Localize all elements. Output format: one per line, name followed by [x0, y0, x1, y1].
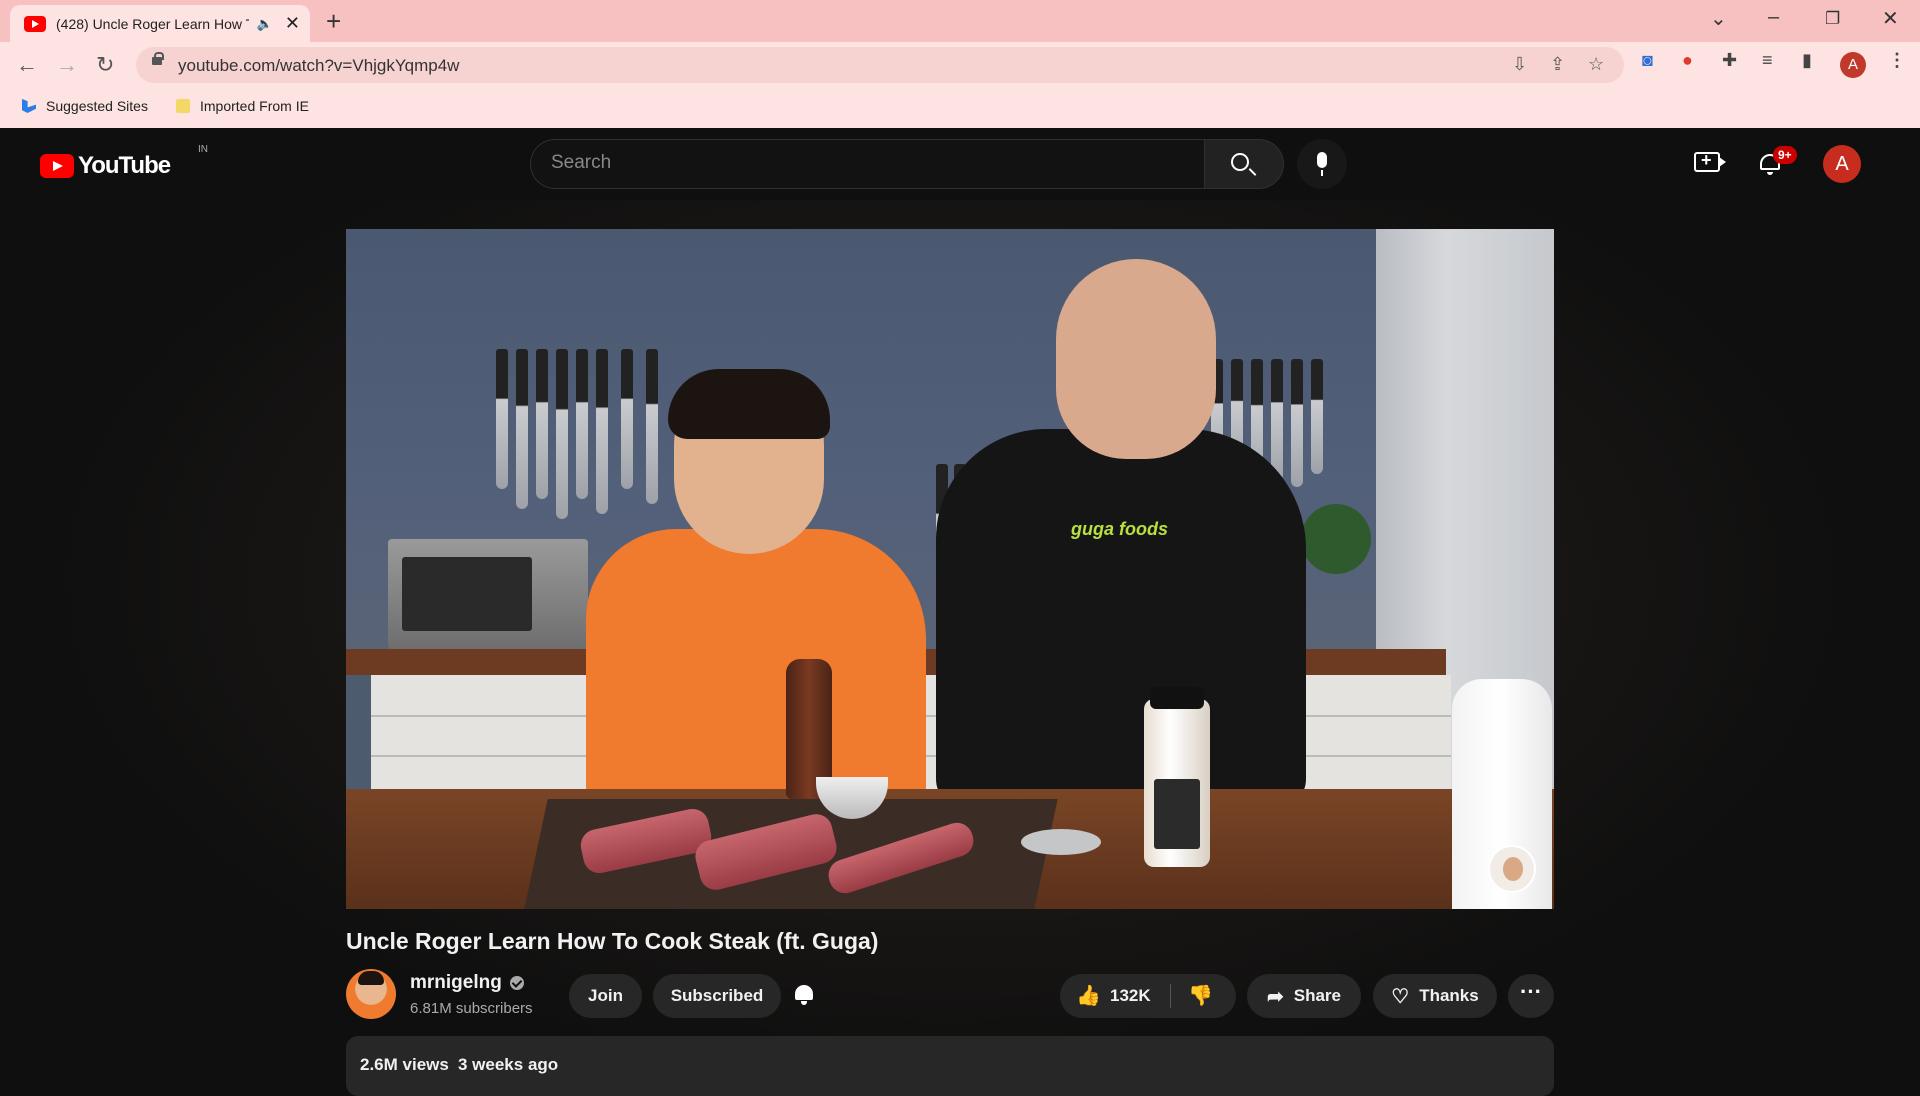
heart-dollar-icon: ♡: [1391, 985, 1410, 1008]
install-app-icon[interactable]: ⇩: [1512, 54, 1527, 75]
notification-bell-ring-icon[interactable]: [793, 983, 815, 1007]
screen-capture-extension-icon[interactable]: ◙: [1642, 50, 1653, 71]
close-window-button[interactable]: ✕: [1882, 6, 1899, 31]
video-player[interactable]: guga foods: [346, 229, 1554, 909]
thumbs-up-icon[interactable]: 👍: [1076, 983, 1101, 1008]
record-extension-icon[interactable]: ●: [1682, 50, 1693, 71]
browser-tab-youtube[interactable]: (428) Uncle Roger Learn How To Cook Stea…: [10, 5, 310, 42]
reload-icon[interactable]: ↻: [96, 52, 114, 78]
forward-arrow-icon[interactable]: →: [56, 52, 78, 78]
search-input[interactable]: [551, 152, 1151, 174]
share-page-icon[interactable]: ⇪: [1550, 54, 1565, 75]
like-count[interactable]: 132K: [1110, 986, 1151, 1006]
speaker-icon[interactable]: 🔈: [257, 16, 273, 32]
garlic-shaker: [1144, 687, 1210, 867]
toaster-oven: [388, 539, 588, 649]
chrome-profile-avatar[interactable]: A: [1840, 52, 1866, 78]
youtube-account-avatar[interactable]: A: [1823, 145, 1861, 183]
thanks-button[interactable]: ♡ Thanks: [1373, 974, 1497, 1018]
channel-watermark-icon[interactable]: [1488, 845, 1536, 893]
search-button[interactable]: [1205, 139, 1284, 189]
youtube-wordmark: YouTube: [78, 152, 171, 179]
notification-badge: 9+: [1773, 146, 1797, 164]
small-plate: [1021, 829, 1101, 855]
minimize-button[interactable]: –: [1768, 6, 1779, 29]
bookmark-label: Imported From IE: [200, 98, 309, 114]
join-button[interactable]: Join: [569, 974, 642, 1018]
tab-search-chevron-icon[interactable]: ⌄: [1710, 6, 1727, 31]
like-dislike-group: 👍 132K 👎: [1060, 974, 1236, 1018]
restore-button[interactable]: ❐: [1825, 9, 1840, 29]
search-icon: [1231, 153, 1249, 171]
shirt-logo: guga foods: [1071, 519, 1168, 539]
bookmark-imported-from-ie[interactable]: Imported From IE: [176, 98, 309, 114]
lock-icon[interactable]: [152, 52, 164, 65]
share-button[interactable]: ➦ Share: [1247, 974, 1361, 1018]
side-panel-icon[interactable]: ▮: [1802, 50, 1812, 71]
youtube-header: YouTube IN 9+ A: [0, 128, 1920, 200]
voice-search-button[interactable]: [1297, 139, 1347, 189]
thumbs-down-icon[interactable]: 👎: [1188, 983, 1213, 1008]
view-count: 2.6M views: [360, 1055, 449, 1074]
create-video-icon[interactable]: [1694, 150, 1726, 172]
description-box[interactable]: 2.6M views 3 weeks ago: [346, 1036, 1554, 1096]
address-bar[interactable]: youtube.com/watch?v=VhjgkYqmp4w ⇩ ⇪ ☆: [136, 47, 1624, 83]
share-arrow-icon: ➦: [1266, 985, 1284, 1008]
bookmarks-bar: Suggested Sites Imported From IE: [0, 88, 1920, 128]
channel-avatar[interactable]: [346, 969, 396, 1019]
microphone-icon: [1317, 152, 1327, 176]
bookmark-star-icon[interactable]: ☆: [1588, 54, 1604, 75]
bookmark-suggested-sites[interactable]: Suggested Sites: [22, 98, 148, 114]
url-text[interactable]: youtube.com/watch?v=VhjgkYqmp4w: [178, 56, 459, 76]
folder-icon: [176, 99, 190, 113]
back-arrow-icon[interactable]: ←: [16, 52, 38, 78]
video-title: Uncle Roger Learn How To Cook Steak (ft.…: [346, 928, 879, 954]
publish-date: 3 weeks ago: [458, 1055, 559, 1074]
subscriber-count: 6.81M subscribers: [410, 1000, 533, 1017]
chrome-menu-icon[interactable]: ⋮: [1888, 50, 1906, 71]
browser-toolbar: ← → ↻ youtube.com/watch?v=VhjgkYqmp4w ⇩ …: [0, 42, 1920, 88]
country-code: IN: [198, 144, 208, 155]
youtube-play-logo-icon: [40, 154, 74, 178]
channel-name[interactable]: mrnigelng: [410, 972, 524, 994]
youtube-favicon-icon: [24, 15, 46, 32]
new-tab-button[interactable]: +: [326, 8, 341, 34]
subscribed-button[interactable]: Subscribed: [653, 974, 781, 1018]
youtube-logo[interactable]: YouTube IN: [40, 144, 208, 180]
bookmark-label: Suggested Sites: [46, 98, 148, 114]
media-control-icon[interactable]: ≡: [1762, 50, 1773, 71]
more-actions-button[interactable]: ···: [1508, 974, 1554, 1018]
extensions-puzzle-icon[interactable]: ✚: [1722, 50, 1737, 71]
bing-icon: [22, 99, 36, 113]
close-tab-icon[interactable]: ✕: [285, 13, 300, 34]
person-orange-shirt: [586, 369, 926, 829]
verified-check-icon: [509, 976, 524, 990]
tab-title: (428) Uncle Roger Learn How To Cook Stea…: [56, 15, 249, 32]
search-box[interactable]: [530, 139, 1205, 189]
tab-strip: (428) Uncle Roger Learn How To Cook Stea…: [0, 0, 1920, 42]
